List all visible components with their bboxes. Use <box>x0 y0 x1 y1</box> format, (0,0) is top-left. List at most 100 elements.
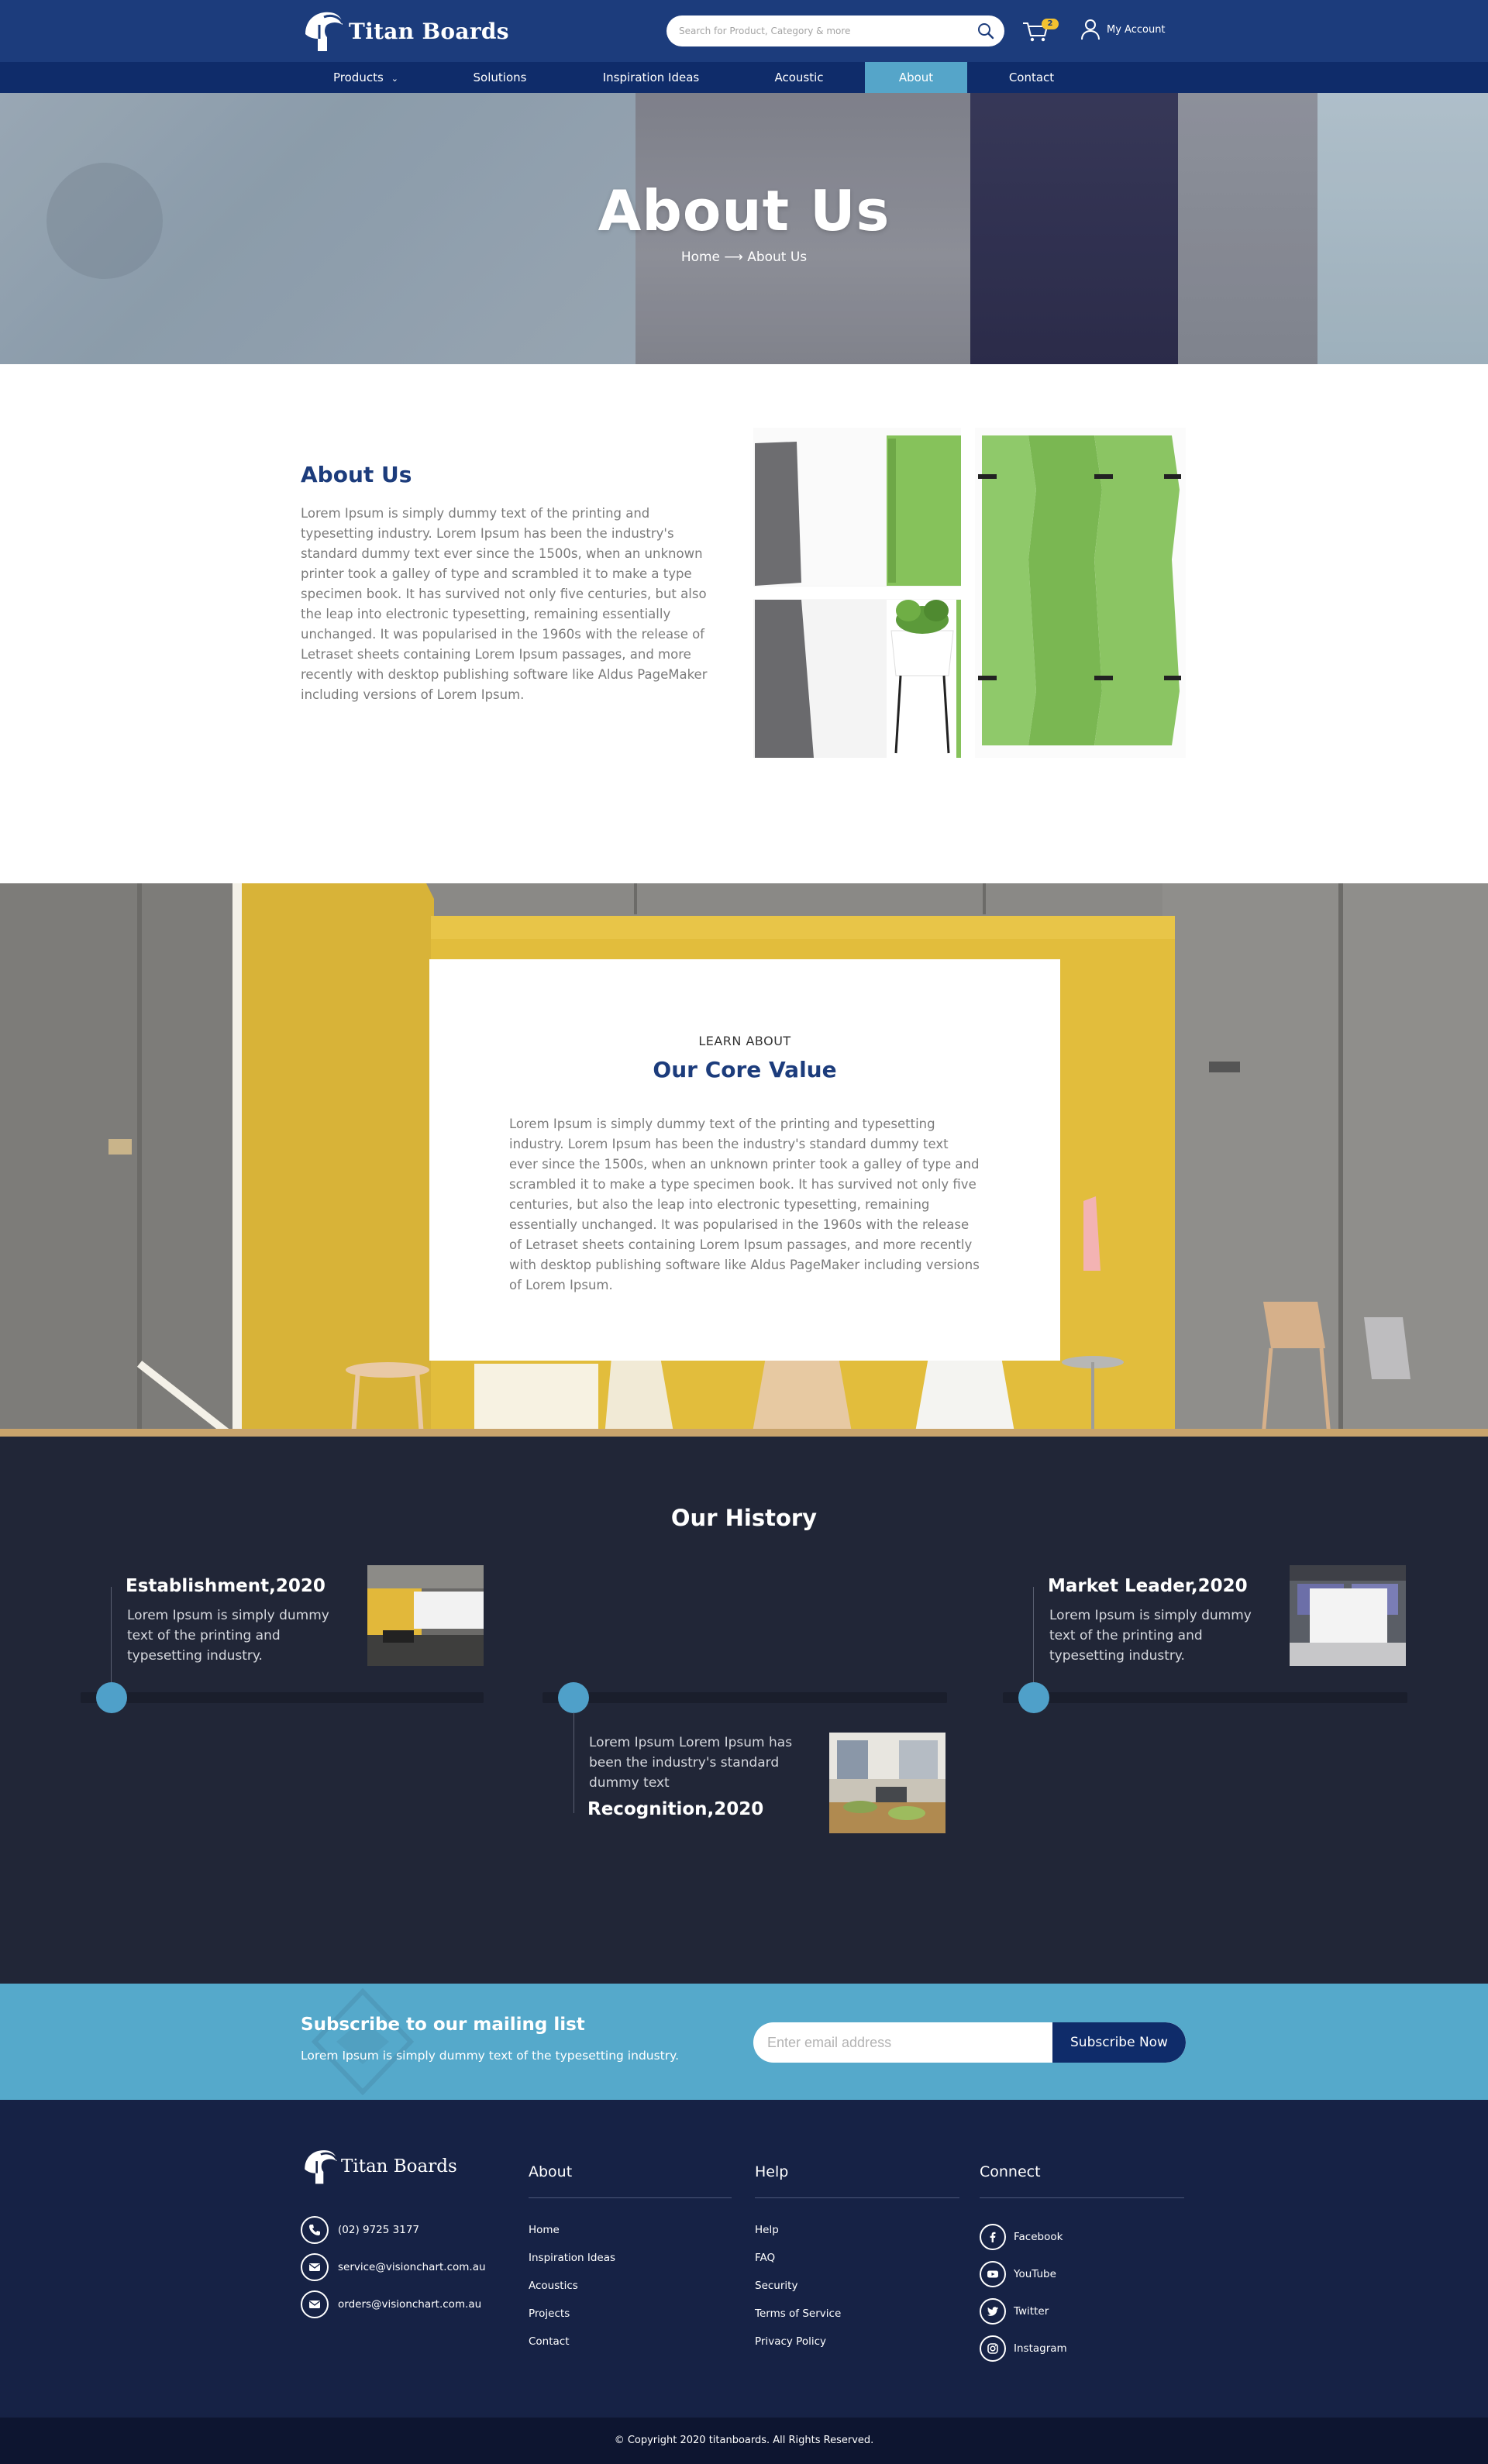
social-twitter-link[interactable]: Twitter <box>980 2298 1049 2325</box>
event-title: Market Leader,2020 <box>1048 1576 1248 1596</box>
user-icon <box>1081 19 1100 40</box>
newsletter-text: Lorem Ipsum is simply dummy text of the … <box>301 2049 680 2063</box>
nav-item-inspiration-ideas[interactable]: Inspiration Ideas <box>583 62 719 93</box>
social-label: Instagram <box>1014 2342 1067 2355</box>
nav-label: About <box>898 71 934 84</box>
main-nav: Products ⌄ Solutions Inspiration Ideas Ac… <box>0 62 1488 93</box>
footer-brand-name: Titan Boards <box>341 2156 457 2177</box>
chevron-down-icon: ⌄ <box>391 74 398 84</box>
facebook-icon <box>980 2224 1006 2250</box>
diamond-watermark-icon <box>312 1988 414 2095</box>
event-image <box>367 1565 484 1666</box>
footer-link-faq[interactable]: FAQ <box>755 2252 775 2264</box>
social-instagram-link[interactable]: Instagram <box>980 2335 1067 2362</box>
footer-col-connect-heading: Connect <box>980 2163 1041 2180</box>
nav-item-products[interactable]: Products ⌄ <box>310 62 422 93</box>
my-account-link[interactable]: My Account <box>1080 19 1166 40</box>
contact-email-orders[interactable]: orders@visionchart.com.au <box>301 2290 481 2318</box>
search-icon[interactable] <box>976 22 995 40</box>
footer-col-about-heading: About <box>529 2163 573 2180</box>
meeting-room-photo <box>1290 1565 1406 1666</box>
breadcrumb: Home ⟶ About Us <box>680 249 808 265</box>
footer-link-privacy-policy[interactable]: Privacy Policy <box>755 2335 826 2348</box>
brand-logo[interactable]: Titan Boards <box>301 8 509 54</box>
social-label: YouTube <box>1014 2268 1056 2280</box>
phone-icon <box>301 2216 329 2244</box>
footer-link-help[interactable]: Help <box>755 2224 779 2236</box>
spartan-helmet-icon <box>305 2150 338 2184</box>
nav-item-solutions[interactable]: Solutions <box>450 62 550 93</box>
timeline-dot[interactable] <box>1018 1682 1049 1713</box>
hero-banner: About Us Home ⟶ About Us <box>0 93 1488 364</box>
page-title: About Us <box>598 178 890 243</box>
copyright-bar: © Copyright 2020 titanboards. All Rights… <box>0 2418 1488 2464</box>
newsletter-section: Subscribe to our mailing list Lorem Ipsu… <box>0 1984 1488 2100</box>
divider <box>980 2197 1184 2198</box>
nav-label: Solutions <box>473 71 527 84</box>
cart-button[interactable]: 2 <box>1021 19 1059 43</box>
brand-name: Titan Boards <box>349 18 509 44</box>
event-image <box>1290 1565 1406 1666</box>
nav-label: Inspiration Ideas <box>602 71 700 84</box>
nav-label: Acoustic <box>774 71 824 84</box>
instagram-icon <box>980 2335 1006 2362</box>
event-text: Lorem Ipsum is simply dummy text of the … <box>127 1608 329 1664</box>
about-heading: About Us <box>301 462 412 487</box>
nav-item-about[interactable]: About <box>865 62 967 93</box>
event-title: Establishment,2020 <box>126 1576 326 1596</box>
nav-item-acoustic[interactable]: Acoustic <box>750 62 848 93</box>
social-youtube-link[interactable]: YouTube <box>980 2261 1056 2287</box>
social-label: Twitter <box>1014 2305 1049 2318</box>
history-heading: Our History <box>670 1505 818 1531</box>
nav-label: Products <box>333 71 384 84</box>
footer-link-acoustics[interactable]: Acoustics <box>529 2280 578 2292</box>
footer-link-inspiration-ideas[interactable]: Inspiration Ideas <box>529 2252 615 2264</box>
email-input[interactable] <box>767 2022 1038 2063</box>
core-eyebrow: LEARN ABOUT <box>698 1034 791 1048</box>
footer-link-security[interactable]: Security <box>755 2280 797 2292</box>
search-bar <box>666 15 1004 46</box>
site-footer: Titan Boards (02) 9725 3177 service@visi… <box>0 2100 1488 2418</box>
contact-email-service[interactable]: service@visionchart.com.au <box>301 2253 486 2281</box>
timeline-track <box>542 1692 947 1703</box>
timeline-connector <box>1033 1587 1034 1688</box>
divider <box>529 2197 732 2198</box>
core-value-card: LEARN ABOUT Our Core Value Lorem Ipsum i… <box>429 959 1060 1361</box>
top-header: Titan Boards 2 My Account <box>0 0 1488 62</box>
social-facebook-link[interactable]: Facebook <box>980 2224 1063 2250</box>
history-section: Our History Establishment,2020 Lorem Ips… <box>0 1437 1488 1984</box>
subscribe-button[interactable]: Subscribe Now <box>1052 2022 1186 2063</box>
twitter-icon <box>980 2298 1006 2325</box>
contact-text: service@visionchart.com.au <box>338 2261 486 2273</box>
screens-illustration <box>753 428 1186 758</box>
contact-text: (02) 9725 3177 <box>338 2224 420 2236</box>
core-heading: Our Core Value <box>653 1057 837 1082</box>
footer-logo[interactable]: Titan Boards <box>301 2146 457 2187</box>
event-title: Recognition,2020 <box>587 1799 764 1819</box>
event-text: Lorem Ipsum is simply dummy text of the … <box>1049 1608 1252 1664</box>
account-label: My Account <box>1107 23 1166 36</box>
footer-link-projects[interactable]: Projects <box>529 2307 570 2320</box>
newsletter-form: Subscribe Now <box>753 2022 1186 2063</box>
timeline-track <box>1003 1692 1407 1703</box>
timeline-dot[interactable] <box>558 1682 589 1713</box>
about-paragraph: Lorem Ipsum is simply dummy text of the … <box>301 506 708 702</box>
timeline-track <box>81 1692 484 1703</box>
footer-link-terms-of-service[interactable]: Terms of Service <box>755 2307 841 2320</box>
nav-item-contact[interactable]: Contact <box>983 62 1080 93</box>
event-image <box>829 1733 946 1833</box>
office-photo <box>367 1565 484 1666</box>
timeline-dot[interactable] <box>96 1682 127 1713</box>
event-text: Lorem Ipsum Lorem Ipsum has been the ind… <box>589 1735 793 1791</box>
acoustic-screens-image <box>753 428 1186 758</box>
footer-link-contact[interactable]: Contact <box>529 2335 570 2348</box>
footer-link-home[interactable]: Home <box>529 2224 560 2236</box>
mail-icon <box>301 2253 329 2281</box>
contact-phone[interactable]: (02) 9725 3177 <box>301 2216 419 2244</box>
divider <box>755 2197 959 2198</box>
spartan-helmet-icon <box>305 12 344 51</box>
nav-label: Contact <box>1008 71 1055 84</box>
cart-count-badge: 2 <box>1042 19 1059 29</box>
lobby-photo <box>829 1733 946 1833</box>
search-input[interactable] <box>679 15 966 46</box>
